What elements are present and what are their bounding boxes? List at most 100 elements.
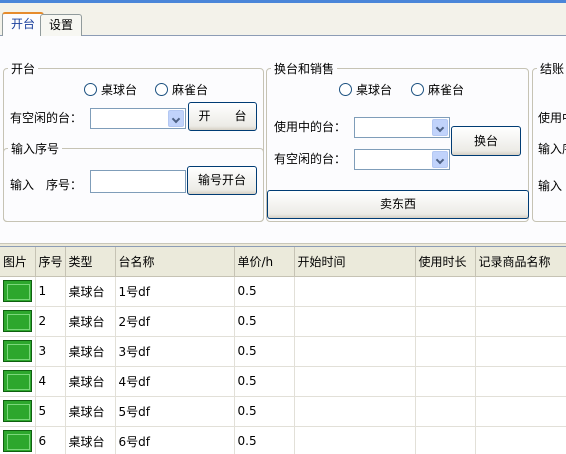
tables-grid[interactable]: 图片 序号 类型 台名称 单价/h 开始时间 使用时长 记录商品名称 1 桌球台… [0,246,566,454]
image-cell [0,276,36,307]
column-header-no[interactable]: 序号 [35,247,66,277]
tab-bar: 开台 设置 [0,3,566,38]
switch-sell-legend: 换台和销售 [274,62,335,76]
no-cell: 3 [35,336,66,367]
column-header-name[interactable]: 台名称 [115,247,235,277]
open-table-legend: 开台 [11,62,36,76]
table-row[interactable]: 5 桌球台 5号df 0.5 [0,396,566,427]
type-cell: 桌球台 [65,306,116,337]
radio-circle-icon [339,83,352,96]
chevron-down-icon[interactable] [432,151,448,168]
column-header-price[interactable]: 单价/h [234,247,295,277]
name-cell: 5号df [115,396,235,427]
goods-cell [475,366,566,397]
in-use-tables-label: 使用中的台： [274,120,347,134]
name-cell: 6号df [115,426,235,454]
billiard-table-icon [3,370,32,392]
billiard-table-icon [3,310,32,332]
no-cell: 5 [35,396,66,427]
goods-cell [475,276,566,307]
image-cell [0,306,36,337]
in-use-tables-dropdown[interactable] [354,117,450,138]
column-header-type[interactable]: 类型 [65,247,116,277]
price-cell: 0.5 [234,276,295,307]
column-header-start-time[interactable]: 开始时间 [294,247,416,277]
checkout-in-use-label: 使用中 [538,111,566,125]
table-header-row: 图片 序号 类型 台名称 单价/h 开始时间 使用时长 记录商品名称 [0,247,566,277]
column-header-duration[interactable]: 使用时长 [415,247,476,277]
start-time-cell [294,426,416,454]
no-cell: 6 [35,426,66,454]
open-billiards-radio[interactable]: 桌球台 [84,81,137,98]
price-cell: 0.5 [234,306,295,337]
column-header-image[interactable]: 图片 [0,247,36,277]
open-free-tables-label: 有空闲的台： [10,111,83,125]
type-cell: 桌球台 [65,396,116,427]
duration-cell [415,306,476,337]
billiard-table-icon [3,280,32,302]
table-row[interactable]: 6 桌球台 6号df 0.5 [0,426,566,454]
open-free-tables-dropdown[interactable] [90,108,186,129]
start-time-cell [294,336,416,367]
table-row[interactable]: 3 桌球台 3号df 0.5 [0,336,566,367]
no-cell: 1 [35,276,66,307]
goods-cell [475,396,566,427]
checkout-input-label: 输入 [538,179,563,193]
open-mahjong-radio[interactable]: 麻雀台 [155,81,208,98]
table-row[interactable]: 1 桌球台 1号df 0.5 [0,276,566,307]
image-cell [0,426,36,454]
price-cell: 0.5 [234,396,295,427]
image-cell [0,366,36,397]
name-cell: 3号df [115,336,235,367]
duration-cell [415,426,476,454]
serial-open-button[interactable]: 输号开台 [187,166,257,195]
goods-cell [475,336,566,367]
sell-items-button[interactable]: 卖东西 [267,190,529,219]
start-time-cell [294,396,416,427]
switch-billiards-radio-label: 桌球台 [356,83,393,97]
price-cell: 0.5 [234,366,295,397]
radio-circle-icon [84,83,97,96]
billiard-table-icon [3,340,32,362]
serial-input[interactable] [90,170,186,193]
serial-legend: 输入序号 [11,142,60,156]
chevron-down-icon[interactable] [432,119,448,136]
tab-open-table[interactable]: 开台 [2,12,45,38]
goods-cell [475,426,566,454]
type-cell: 桌球台 [65,336,116,367]
radio-circle-icon [411,83,424,96]
start-time-cell [294,276,416,307]
start-time-cell [294,306,416,337]
switch-free-tables-dropdown[interactable] [354,149,450,170]
open-mahjong-radio-label: 麻雀台 [172,83,209,97]
image-cell [0,336,36,367]
image-cell [0,396,36,427]
table-row[interactable]: 2 桌球台 2号df 0.5 [0,306,566,337]
tab-content-panel: 开台 桌球台 麻雀台 有空闲的台： 开 台 输入序号 输入 序号： 输号开台 换… [0,36,566,244]
tab-settings[interactable]: 设置 [40,14,83,37]
start-time-cell [294,366,416,397]
table-row[interactable]: 4 桌球台 4号df 0.5 [0,366,566,397]
switch-table-button[interactable]: 换台 [451,126,521,156]
switch-mahjong-radio[interactable]: 麻雀台 [411,81,464,98]
type-cell: 桌球台 [65,276,116,307]
column-header-goods[interactable]: 记录商品名称 [475,247,566,277]
chevron-down-icon[interactable] [168,110,184,127]
duration-cell [415,396,476,427]
switch-free-tables-label: 有空闲的台： [274,152,347,166]
duration-cell [415,276,476,307]
switch-mahjong-radio-label: 麻雀台 [428,83,465,97]
switch-billiards-radio[interactable]: 桌球台 [339,81,392,98]
goods-cell [475,306,566,337]
duration-cell [415,336,476,367]
name-cell: 2号df [115,306,235,337]
price-cell: 0.5 [234,426,295,454]
checkout-legend: 结账 [540,62,565,76]
name-cell: 1号df [115,276,235,307]
billiard-table-icon [3,430,32,452]
no-cell: 2 [35,306,66,337]
open-table-button[interactable]: 开 台 [188,102,257,131]
type-cell: 桌球台 [65,366,116,397]
duration-cell [415,366,476,397]
no-cell: 4 [35,366,66,397]
